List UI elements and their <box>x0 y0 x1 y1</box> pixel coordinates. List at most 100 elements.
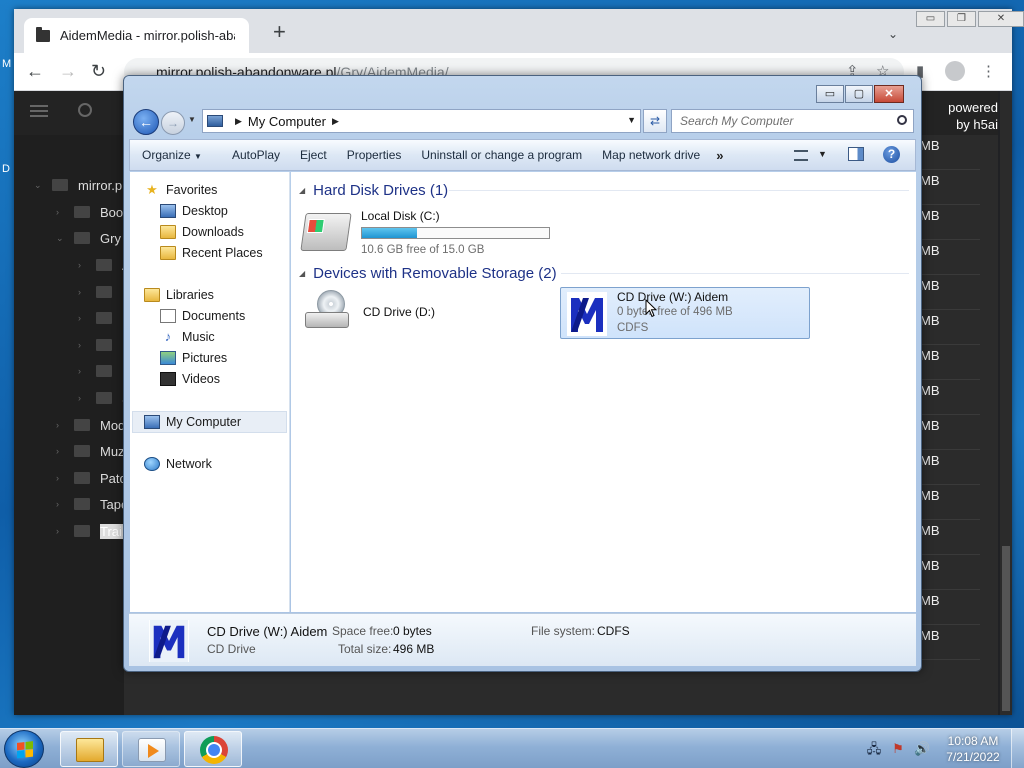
tab-search-chevron-icon[interactable]: ⌄ <box>888 27 898 41</box>
taskbar-explorer-button[interactable] <box>60 731 118 767</box>
tree-folder-item[interactable]: › Muz <box>56 441 125 461</box>
group-header-hard-disks[interactable]: ◢ Hard Disk Drives (1) <box>299 180 909 200</box>
refresh-icon[interactable]: ⇄ <box>643 109 667 133</box>
start-button[interactable] <box>4 730 44 768</box>
nav-label: Libraries <box>166 288 214 302</box>
drive-tile-d[interactable]: CD Drive (D:) <box>303 290 503 336</box>
tree-folder-item[interactable]: › Tape <box>56 494 128 514</box>
menu-kebab-icon[interactable]: ⋮ <box>981 62 996 80</box>
breadcrumb-my-computer[interactable]: My Computer <box>248 114 326 129</box>
collapse-triangle-icon[interactable]: ◢ <box>299 269 305 278</box>
nav-item-desktop[interactable]: Desktop <box>160 201 228 221</box>
volume-icon[interactable]: 🔊 <box>914 741 930 757</box>
drive-tile-c[interactable]: Local Disk (C:) 10.6 GB free of 15.0 GB <box>300 205 553 256</box>
nav-label: Videos <box>182 372 220 386</box>
more-commands-button[interactable]: » <box>716 148 723 163</box>
collapsed-chevron-icon[interactable]: › <box>78 366 88 376</box>
forward-arrow-icon[interactable]: → <box>59 61 77 82</box>
nav-item-network[interactable]: Network <box>144 454 212 474</box>
preview-pane-icon[interactable] <box>848 147 864 161</box>
collapsed-chevron-icon[interactable]: › <box>56 499 66 509</box>
uninstall-program-button[interactable]: Uninstall or change a program <box>411 148 592 162</box>
nav-item-libraries[interactable]: Libraries <box>144 285 214 305</box>
tree-folder-item[interactable]: › Boo <box>56 202 123 222</box>
nav-label: My Computer <box>166 415 242 429</box>
organize-label: Organize <box>142 148 191 162</box>
collapsed-chevron-icon[interactable]: › <box>56 526 66 536</box>
back-button-icon[interactable]: ← <box>133 109 159 135</box>
taskbar-media-player-button[interactable] <box>122 731 180 767</box>
properties-button[interactable]: Properties <box>337 148 412 162</box>
libraries-icon <box>144 288 160 302</box>
help-icon[interactable]: ? <box>883 146 900 163</box>
tree-folder-item[interactable]: ⌄ mirror.p <box>34 175 122 195</box>
hamburger-menu-icon[interactable] <box>30 105 48 117</box>
group-header-removable[interactable]: ◢ Devices with Removable Storage (2) <box>299 263 909 283</box>
explorer-maximize-button[interactable]: ▢ <box>845 85 873 103</box>
new-tab-button[interactable]: + <box>273 21 286 43</box>
tree-folder-item[interactable]: › Mod <box>56 415 125 435</box>
nav-item-videos[interactable]: Videos <box>160 369 220 389</box>
collapsed-chevron-icon[interactable]: › <box>78 260 88 270</box>
browser-close-button[interactable]: ✕ <box>978 11 1024 27</box>
explorer-close-button[interactable]: ✕ <box>874 85 904 103</box>
collapsed-chevron-icon[interactable]: › <box>56 473 66 483</box>
collapsed-chevron-icon[interactable]: › <box>78 393 88 403</box>
eject-button[interactable]: Eject <box>290 148 337 162</box>
collapsed-chevron-icon[interactable]: › <box>78 287 88 297</box>
nav-item-music[interactable]: ♪ Music <box>160 327 215 347</box>
tree-folder-item[interactable]: ⌄ Gry <box>56 228 121 248</box>
collapsed-chevron-icon[interactable]: › <box>78 340 88 350</box>
file-size-cell: MB <box>920 590 980 625</box>
reload-icon[interactable]: ↻ <box>91 61 106 82</box>
scrollbar-thumb[interactable] <box>1002 546 1010 711</box>
map-network-drive-button[interactable]: Map network drive <box>592 148 710 162</box>
change-view-icon[interactable] <box>794 150 808 161</box>
address-dropdown-icon[interactable]: ▼ <box>627 115 636 125</box>
browser-restore-button[interactable]: ❐ <box>947 11 976 27</box>
explorer-address-bar[interactable]: ▶ My Computer ▶ ▼ <box>202 109 641 133</box>
explorer-minimize-button[interactable]: ▭ <box>816 85 844 103</box>
expanded-chevron-icon[interactable]: ⌄ <box>34 180 44 191</box>
explorer-search-input[interactable]: Search My Computer <box>671 109 914 133</box>
collapse-triangle-icon[interactable]: ◢ <box>299 186 305 195</box>
show-desktop-button[interactable] <box>1011 729 1024 768</box>
magnifier-icon[interactable] <box>897 115 907 125</box>
aidem-logo-icon <box>567 292 607 336</box>
breadcrumb-arrow-icon[interactable]: ▶ <box>235 116 242 127</box>
autoplay-button[interactable]: AutoPlay <box>212 148 290 162</box>
taskbar-chrome-button[interactable] <box>184 731 242 767</box>
powered-by-label[interactable]: powered by h5ai <box>934 99 998 133</box>
collapsed-chevron-icon[interactable]: › <box>56 207 66 217</box>
nav-item-pictures[interactable]: Pictures <box>160 348 227 368</box>
organize-button[interactable]: Organize ▼ <box>130 148 212 162</box>
nav-item-favorites[interactable]: ★ Favorites <box>144 180 217 200</box>
search-icon[interactable] <box>78 103 92 117</box>
collapsed-chevron-icon[interactable]: › <box>56 446 66 456</box>
breadcrumb-arrow-icon[interactable]: ▶ <box>332 116 339 127</box>
nav-item-documents[interactable]: Documents <box>160 306 245 326</box>
tree-folder-item[interactable]: › Trail <box>56 521 125 541</box>
page-scrollbar[interactable] <box>1000 91 1012 715</box>
network-tray-icon[interactable]: 🖧 <box>866 741 882 757</box>
recent-pages-dropdown-icon[interactable]: ▼ <box>188 115 196 124</box>
forward-button-icon[interactable]: → <box>161 111 185 135</box>
tree-folder-item[interactable]: › Patc <box>56 468 126 488</box>
collapsed-chevron-icon[interactable]: › <box>78 313 88 323</box>
nav-label: Downloads <box>182 225 244 239</box>
view-dropdown-icon[interactable]: ▼ <box>818 149 827 159</box>
nav-item-my-computer[interactable]: My Computer <box>144 412 241 432</box>
nav-item-recent-places[interactable]: Recent Places <box>160 243 263 263</box>
file-size-cell: MB <box>920 345 980 380</box>
collapsed-chevron-icon[interactable]: › <box>56 420 66 430</box>
expanded-chevron-icon[interactable]: ⌄ <box>56 233 66 244</box>
drive-tile-w-selected[interactable]: CD Drive (W:) Aidem 0 bytes free of 496 … <box>560 287 810 339</box>
back-arrow-icon[interactable]: ← <box>26 61 44 82</box>
clock[interactable]: 10:08 AM 7/21/2022 <box>938 733 1008 765</box>
browser-tab[interactable]: AidemMedia - mirror.polish-aba <box>24 18 249 53</box>
action-center-flag-icon[interactable]: ⚑ <box>890 741 906 757</box>
clock-date: 7/21/2022 <box>946 750 1000 764</box>
browser-minimize-button[interactable]: ▭ <box>916 11 945 27</box>
nav-item-downloads[interactable]: Downloads <box>160 222 244 242</box>
profile-avatar-icon[interactable] <box>945 61 965 81</box>
